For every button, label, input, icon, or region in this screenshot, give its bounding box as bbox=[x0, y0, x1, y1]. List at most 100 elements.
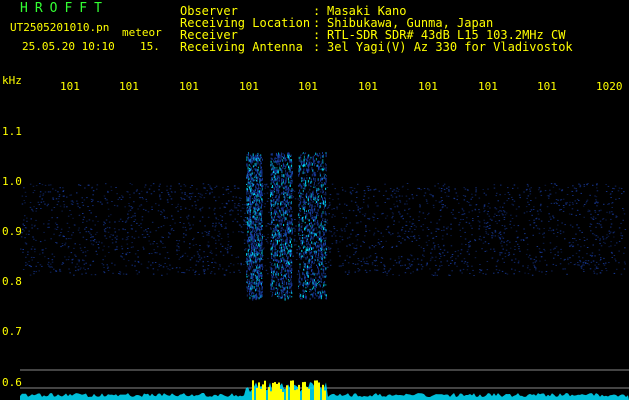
noise-speck bbox=[51, 259, 54, 261]
noise-speck bbox=[178, 247, 180, 249]
noise-speck bbox=[537, 213, 540, 215]
echo-speck bbox=[288, 280, 290, 282]
noise-speck bbox=[217, 219, 220, 221]
noise-speck bbox=[150, 264, 152, 266]
noise-speck bbox=[313, 210, 315, 212]
echo-speck bbox=[253, 238, 255, 241]
noise-speck bbox=[526, 249, 529, 251]
echo-speck bbox=[283, 187, 285, 190]
echo-speck bbox=[314, 159, 316, 163]
noise-speck bbox=[70, 238, 72, 240]
noise-speck bbox=[517, 243, 519, 245]
noise-speck bbox=[338, 265, 341, 267]
noise-speck bbox=[334, 215, 336, 217]
noise-speck bbox=[218, 196, 220, 198]
echo-speck bbox=[312, 261, 313, 263]
noise-speck bbox=[350, 200, 353, 202]
noise-speck bbox=[557, 224, 559, 226]
echo-speck bbox=[283, 224, 285, 226]
noise-speck bbox=[443, 183, 446, 185]
noise-speck bbox=[107, 270, 110, 271]
echo-speck bbox=[257, 154, 258, 157]
noise-speck bbox=[24, 202, 26, 204]
echo-speck bbox=[305, 202, 307, 203]
echo-speck bbox=[323, 284, 325, 287]
echo-speck bbox=[314, 203, 316, 204]
noise-speck bbox=[319, 257, 321, 259]
echo-speck bbox=[278, 283, 279, 287]
echo-speck bbox=[316, 214, 317, 217]
noise-speck bbox=[87, 184, 89, 186]
noise-speck bbox=[368, 246, 371, 248]
echo-speck bbox=[289, 262, 291, 265]
echo-speck bbox=[315, 293, 317, 296]
noise-speck bbox=[495, 269, 498, 271]
noise-speck bbox=[105, 219, 108, 221]
noise-speck bbox=[432, 204, 435, 206]
noise-speck bbox=[60, 232, 62, 233]
noise-speck bbox=[168, 232, 170, 234]
echo-speck bbox=[325, 175, 327, 177]
noise-speck bbox=[540, 203, 542, 205]
noise-speck bbox=[503, 216, 506, 218]
noise-speck bbox=[57, 201, 60, 203]
echo-speck bbox=[288, 232, 290, 235]
echo-speck bbox=[251, 292, 253, 295]
echo-speck bbox=[275, 267, 277, 269]
echo-speck bbox=[256, 172, 258, 174]
noise-speck bbox=[562, 268, 564, 270]
noise-speck bbox=[171, 215, 173, 217]
noise-speck bbox=[397, 236, 399, 238]
noise-speck bbox=[61, 263, 63, 265]
echo-speck bbox=[276, 198, 278, 202]
echo-speck bbox=[280, 285, 282, 288]
noise-speck bbox=[177, 210, 179, 212]
noise-speck bbox=[342, 217, 345, 218]
noise-speck bbox=[38, 204, 41, 206]
noise-speck bbox=[509, 220, 512, 222]
echo-speck bbox=[324, 182, 325, 185]
noise-speck bbox=[96, 184, 99, 186]
noise-speck bbox=[417, 187, 419, 189]
noise-speck bbox=[303, 234, 305, 236]
echo-speck bbox=[287, 297, 289, 299]
noise-speck bbox=[442, 252, 444, 254]
echo-speck bbox=[283, 233, 285, 236]
noise-speck bbox=[141, 216, 144, 218]
noise-speck bbox=[385, 240, 387, 242]
noise-speck bbox=[580, 246, 582, 248]
echo-speck bbox=[322, 244, 324, 248]
noise-speck bbox=[120, 245, 123, 247]
noise-speck bbox=[384, 271, 387, 273]
echo-speck bbox=[247, 173, 248, 175]
echo-speck bbox=[287, 243, 289, 245]
echo-speck bbox=[275, 249, 277, 251]
noise-speck bbox=[221, 216, 224, 218]
echo-speck bbox=[289, 155, 291, 157]
noise-speck bbox=[427, 188, 429, 190]
echo-speck bbox=[300, 192, 302, 195]
noise-speck bbox=[243, 220, 246, 222]
noise-speck bbox=[332, 214, 334, 216]
echo-speck bbox=[260, 239, 262, 241]
noise-speck bbox=[517, 225, 520, 227]
echo-speck bbox=[279, 261, 281, 264]
noise-speck bbox=[126, 191, 128, 193]
noise-speck bbox=[599, 260, 602, 262]
echo-speck bbox=[247, 183, 249, 185]
noise-speck bbox=[88, 210, 91, 211]
echo-speck bbox=[310, 185, 312, 188]
noise-speck bbox=[350, 233, 352, 235]
echo-speck bbox=[248, 240, 250, 242]
noise-speck bbox=[195, 260, 198, 262]
noise-speck bbox=[526, 183, 529, 185]
echo-speck bbox=[251, 249, 252, 252]
noise-speck bbox=[538, 218, 540, 220]
echo-speck bbox=[298, 174, 300, 177]
echo-speck bbox=[285, 157, 286, 160]
noise-speck bbox=[571, 246, 574, 248]
noise-speck bbox=[192, 239, 194, 241]
noise-speck bbox=[571, 226, 574, 228]
echo-speck bbox=[279, 166, 281, 169]
noise-speck bbox=[35, 210, 37, 212]
